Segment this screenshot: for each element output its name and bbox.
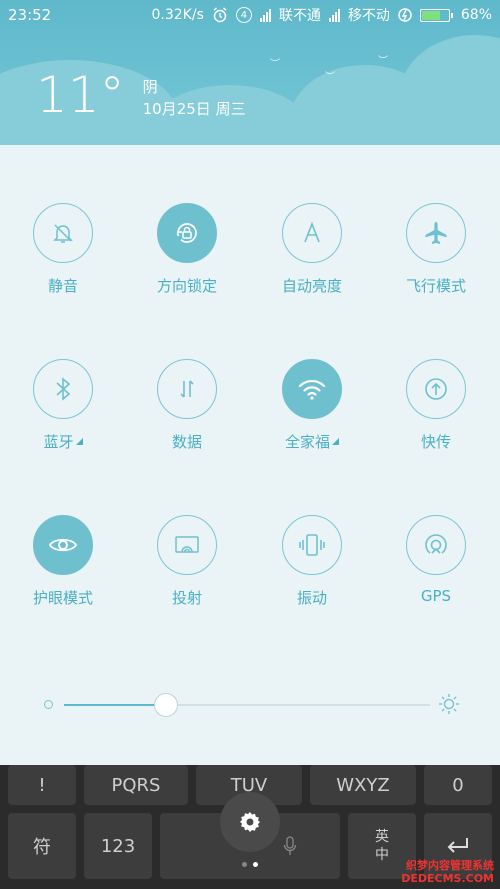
rotation-lock-icon (177, 223, 197, 243)
tile-label: 快传 (420, 433, 451, 451)
tile-airplane[interactable]: 飞行模式 (381, 203, 491, 296)
page-indicator (242, 862, 258, 867)
wifi-icon (298, 379, 326, 400)
tile-auto-brightness[interactable]: 自动亮度 (257, 203, 367, 296)
bell-off-icon (53, 224, 73, 243)
cast-button[interactable] (157, 515, 217, 575)
microphone-icon (283, 836, 297, 855)
vibrate-button[interactable] (282, 515, 342, 575)
tile-quick-share[interactable]: 快传 (381, 359, 491, 452)
eye-icon (48, 538, 78, 552)
status-time: 23:52 (8, 6, 52, 24)
airplane-button[interactable] (406, 203, 466, 263)
page-dot (242, 862, 247, 867)
tile-wifi[interactable]: 全家福 (257, 359, 367, 452)
carrier-1: 联不通 (278, 8, 321, 24)
sim-badge: 4 (235, 7, 252, 23)
quick-settings-panel: 静音 方向锁定 自动亮度 飞行模式 蓝牙 数据 全家福 快传 护眼模式 投射 振… (0, 145, 500, 765)
tile-label: GPS (420, 587, 452, 605)
key[interactable]: WXYZ (310, 765, 416, 805)
tile-label: 方向锁定 (156, 277, 217, 295)
gps-button[interactable] (406, 515, 466, 575)
signal-icon (328, 8, 340, 22)
key[interactable]: ! (8, 765, 76, 805)
weather-widget[interactable]: 11° 阴 10月25日 周三 (36, 70, 246, 120)
temperature: 11° (36, 66, 125, 124)
gps-icon (425, 534, 447, 554)
tile-label: 振动 (296, 589, 327, 607)
network-speed: 0.32K/s (151, 7, 204, 23)
tile-vibrate[interactable]: 振动 (257, 515, 367, 608)
weather-header: ︶ ︶ ︶ 23:52 0.32K/s 4 联不通 移不动 68% 11° 阴 … (0, 0, 500, 145)
watermark: 织梦内容管理系统 DEDECMS.COM (401, 859, 494, 885)
bird-decoration: ︶ (325, 72, 335, 83)
bird-decoration: ︶ (270, 59, 280, 70)
brightness-low-icon (44, 700, 53, 709)
quick-share-button[interactable] (406, 359, 466, 419)
bluetooth-button[interactable] (33, 359, 93, 419)
gear-icon (240, 812, 260, 832)
weather-date: 10月25日 周三 (142, 100, 246, 118)
key[interactable]: 0 (424, 765, 492, 805)
tile-label: 护眼模式 (32, 589, 93, 607)
vibrate-icon (299, 534, 325, 556)
data-button[interactable] (157, 359, 217, 419)
carrier-2: 移不动 (347, 8, 390, 24)
data-arrows-icon (180, 380, 194, 398)
slider-thumb[interactable] (154, 693, 179, 717)
key[interactable]: PQRS (84, 765, 188, 805)
weather-condition: 阴 (142, 78, 158, 96)
rotation-lock-button[interactable] (157, 203, 217, 263)
enter-icon (447, 838, 468, 853)
status-bar: 23:52 0.32K/s 4 联不通 移不动 68% (0, 0, 500, 30)
page-dot-active (253, 862, 258, 867)
expand-triangle-icon (75, 438, 83, 445)
tile-bluetooth[interactable]: 蓝牙 (8, 359, 118, 452)
tile-gps[interactable]: GPS (381, 515, 491, 605)
bird-decoration: ︶ (378, 56, 388, 67)
auto-brightness-button[interactable] (282, 203, 342, 263)
charging-icon (398, 8, 412, 22)
settings-button[interactable] (220, 792, 280, 852)
wifi-button[interactable] (282, 359, 342, 419)
tile-data[interactable]: 数据 (132, 359, 242, 452)
tile-cast[interactable]: 投射 (132, 515, 242, 608)
tile-label: 数据 (171, 433, 202, 451)
cast-icon (175, 536, 199, 553)
brightness-slider[interactable] (40, 690, 460, 720)
expand-triangle-icon (332, 438, 339, 445)
battery-percent: 68% (460, 7, 492, 23)
auto-brightness-icon (304, 221, 320, 243)
tile-label: 蓝牙 (43, 433, 74, 451)
tile-mute[interactable]: 静音 (8, 203, 118, 296)
eye-care-button[interactable] (33, 515, 93, 575)
tile-label: 投射 (171, 589, 202, 607)
tile-label: 自动亮度 (281, 277, 342, 295)
brightness-high-icon (439, 694, 459, 714)
tile-rotation-lock[interactable]: 方向锁定 (132, 203, 242, 296)
cloud-decoration (400, 35, 500, 145)
tile-label: 飞行模式 (405, 277, 466, 295)
signal-icon (259, 8, 271, 22)
airplane-icon (425, 222, 447, 244)
slider-fill (64, 704, 167, 706)
key[interactable]: 123 (84, 813, 152, 879)
mute-button[interactable] (33, 203, 93, 263)
tile-eye-care[interactable]: 护眼模式 (8, 515, 118, 608)
key[interactable]: 符 (8, 813, 76, 879)
quick-share-icon (425, 378, 447, 400)
tile-label: 静音 (47, 277, 78, 295)
bluetooth-icon (56, 377, 71, 401)
battery-icon (419, 8, 453, 22)
alarm-icon (213, 7, 227, 23)
tile-label: 全家福 (284, 433, 330, 451)
